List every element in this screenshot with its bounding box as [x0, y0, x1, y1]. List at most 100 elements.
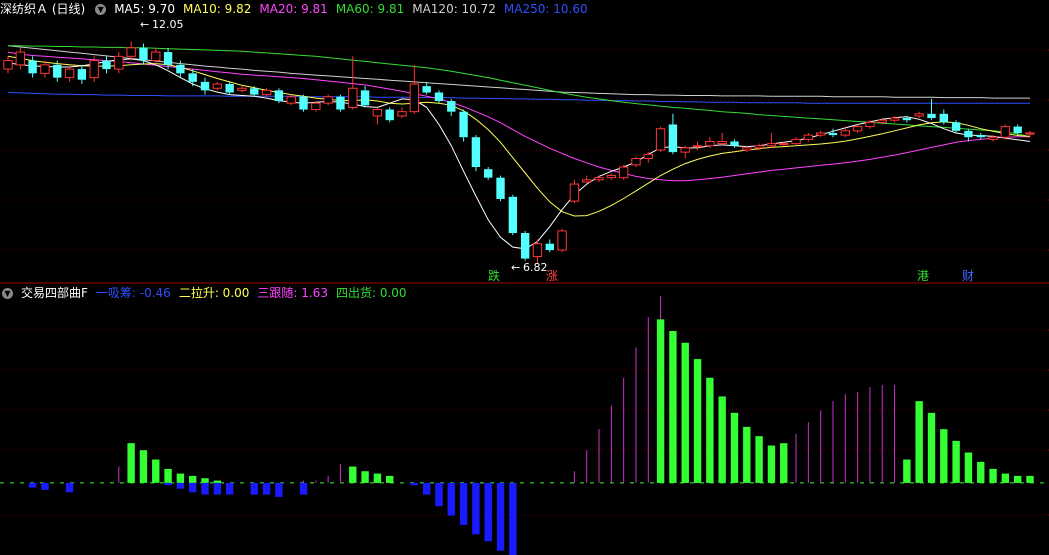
chuhuo-bar	[189, 475, 197, 483]
candle[interactable]	[927, 98, 936, 121]
candle[interactable]	[569, 179, 580, 204]
marker-die[interactable]: 跌	[488, 268, 500, 283]
candle-body	[3, 60, 13, 70]
candle-body	[508, 196, 518, 234]
candle-body	[742, 147, 752, 151]
candle[interactable]	[914, 111, 924, 119]
candle-body	[348, 87, 358, 108]
candle[interactable]	[336, 94, 345, 112]
stock-chart-canvas[interactable]: ← 12.05 ← 6.82 跌 涨 港 财	[0, 0, 1049, 555]
candle[interactable]	[717, 132, 727, 146]
candle[interactable]	[274, 88, 284, 104]
ma20-line	[7, 51, 1030, 182]
candle[interactable]	[323, 94, 333, 106]
marker-zhang[interactable]: 涨	[546, 268, 558, 283]
candle[interactable]	[250, 86, 259, 97]
candle[interactable]	[212, 81, 223, 91]
candle-body	[372, 109, 383, 117]
candle[interactable]	[114, 52, 124, 74]
candle[interactable]	[520, 230, 530, 261]
candle[interactable]	[447, 98, 456, 116]
candle[interactable]	[594, 175, 604, 182]
candle-body	[188, 73, 197, 82]
candle-body	[77, 69, 87, 80]
xichou-bar	[189, 482, 197, 493]
candle[interactable]	[939, 109, 948, 125]
candle-body	[754, 145, 764, 149]
candle[interactable]	[409, 64, 420, 114]
candle[interactable]	[692, 141, 703, 150]
candle-body	[1013, 126, 1022, 133]
candle[interactable]	[225, 81, 234, 95]
candle[interactable]	[889, 115, 900, 123]
candle[interactable]	[557, 228, 567, 253]
high-price-arrow: ←	[140, 18, 149, 31]
candle[interactable]	[28, 56, 37, 78]
candle[interactable]	[434, 90, 444, 104]
candle[interactable]	[397, 107, 407, 119]
candle[interactable]	[77, 64, 87, 84]
candle[interactable]	[422, 81, 431, 95]
candle[interactable]	[299, 94, 308, 112]
candle[interactable]	[964, 128, 973, 142]
candle[interactable]	[360, 86, 370, 108]
candle[interactable]	[372, 107, 383, 125]
candle[interactable]	[471, 135, 481, 172]
candle-body	[730, 141, 739, 146]
candle[interactable]	[668, 113, 678, 155]
candle[interactable]	[606, 173, 617, 180]
candle-body	[200, 81, 210, 91]
indicator-title[interactable]: 交易四部曲F	[21, 284, 88, 302]
candle[interactable]	[40, 60, 50, 78]
candle[interactable]	[484, 167, 493, 180]
stock-title[interactable]: 深纺织Ａ (日线)	[0, 0, 85, 18]
candle[interactable]	[102, 56, 111, 74]
xichou-bar	[201, 482, 209, 495]
chuhuo-bar	[164, 468, 172, 483]
chuhuo-bar	[361, 471, 369, 483]
candle[interactable]	[237, 86, 247, 93]
candle[interactable]	[618, 164, 629, 180]
candle[interactable]	[200, 77, 210, 95]
candle[interactable]	[459, 109, 468, 142]
indicator-bars[interactable]	[0, 296, 1049, 555]
candle-body	[422, 86, 431, 93]
candle[interactable]	[976, 132, 985, 140]
marker-cai[interactable]: 财	[962, 269, 974, 283]
candle[interactable]	[766, 132, 777, 148]
candle[interactable]	[791, 137, 801, 146]
candle-body	[902, 118, 912, 121]
candlestick-series[interactable]	[3, 41, 1035, 265]
candle[interactable]	[89, 56, 99, 82]
candle[interactable]	[631, 156, 641, 168]
candle[interactable]	[15, 47, 25, 70]
xichou-bar	[422, 482, 431, 495]
candle[interactable]	[730, 139, 739, 148]
candle[interactable]	[643, 152, 653, 163]
candle[interactable]	[3, 56, 13, 74]
lasheng-label: 二拉升: 0.00	[178, 286, 250, 300]
chuhuo-bar	[755, 436, 763, 483]
candle[interactable]	[680, 145, 690, 159]
candle-body	[250, 88, 259, 95]
chuhuo-bar	[669, 331, 677, 483]
candle[interactable]	[655, 126, 666, 153]
candle[interactable]	[496, 175, 505, 202]
settings-gear-icon[interactable]: ▼	[95, 3, 107, 15]
ma5-line	[7, 58, 1031, 250]
candle-body	[40, 64, 50, 74]
candle-body	[323, 96, 333, 104]
xichou-bar	[410, 482, 419, 486]
candle[interactable]	[803, 132, 814, 142]
candle-body	[336, 96, 345, 110]
candle[interactable]	[385, 107, 394, 123]
candle[interactable]	[508, 194, 518, 236]
candle[interactable]	[1000, 124, 1011, 140]
candle[interactable]	[840, 126, 850, 138]
marker-gang[interactable]: 港	[917, 269, 929, 283]
indicator-settings-gear-icon[interactable]: ▼	[2, 287, 13, 299]
xichou-bar	[435, 482, 443, 507]
candle-body	[569, 183, 580, 202]
candle[interactable]	[815, 130, 826, 138]
candle-body	[840, 130, 850, 136]
